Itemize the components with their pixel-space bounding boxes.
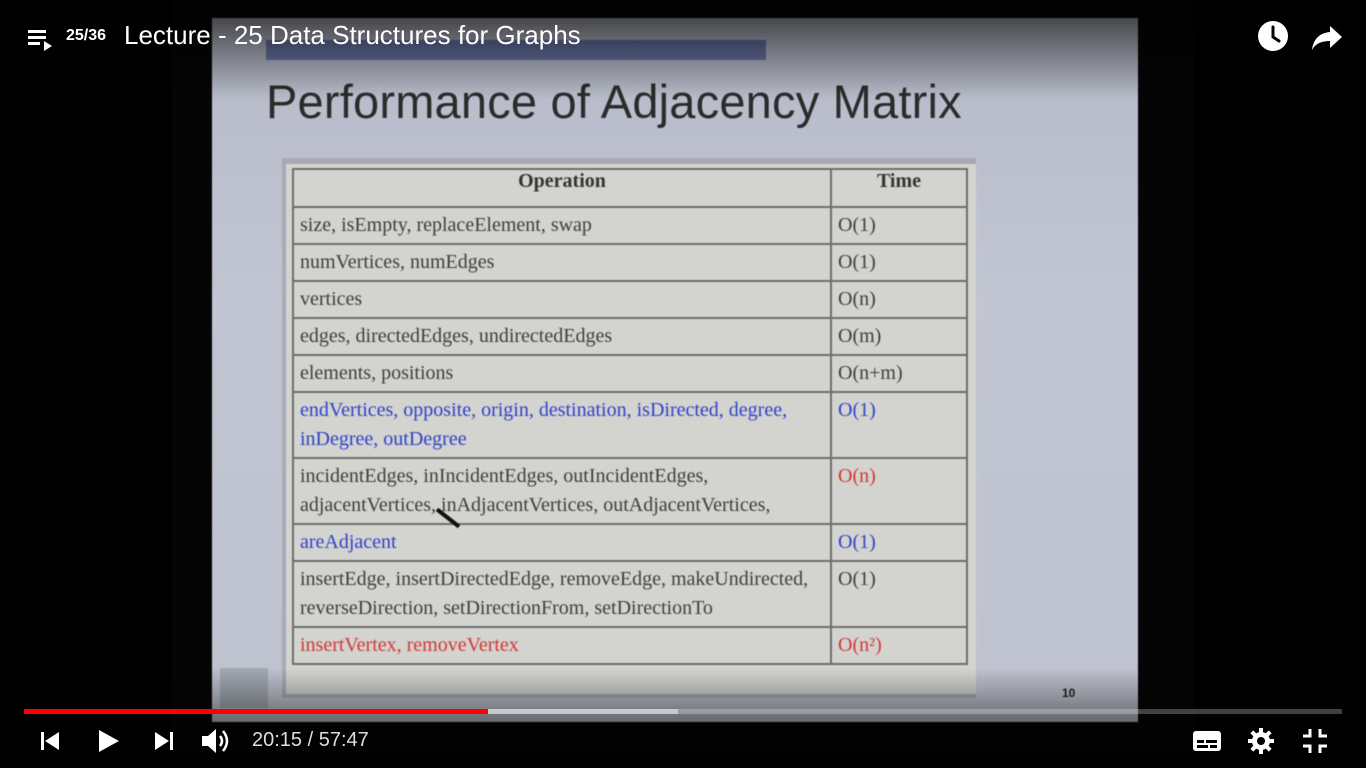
- lecture-slide: Performance of Adjacency Matrix Operatio…: [212, 18, 1138, 722]
- time-separator: /: [302, 729, 319, 751]
- time-cell: O(n): [830, 457, 968, 525]
- operation-cell: areAdjacent: [292, 523, 832, 562]
- play-button[interactable]: [90, 724, 126, 758]
- time-display: 20:15 / 57:47: [252, 729, 369, 752]
- video-frame: Performance of Adjacency Matrix Operatio…: [172, 0, 1194, 768]
- table-row: elements, positions O(n+m): [292, 354, 968, 393]
- operation-cell: elements, positions: [292, 354, 832, 393]
- table-row: endVertices, opposite, origin, destinati…: [292, 391, 968, 459]
- previous-button[interactable]: [32, 724, 68, 758]
- volume-icon: [202, 729, 229, 753]
- progress-played: [24, 709, 488, 714]
- operations-table: Operation Time size, isEmpty, replaceEle…: [292, 168, 968, 665]
- duration: 57:47: [318, 729, 369, 751]
- subtitles-button[interactable]: [1189, 724, 1225, 758]
- table-row: areAdjacent O(1): [292, 523, 968, 562]
- video-player[interactable]: Performance of Adjacency Matrix Operatio…: [0, 0, 1366, 768]
- operation-cell: endVertices, opposite, origin, destinati…: [292, 391, 832, 459]
- current-time: 20:15: [252, 729, 303, 751]
- watch-later-icon[interactable]: [1256, 19, 1290, 53]
- settings-button[interactable]: [1243, 724, 1279, 758]
- table-row: size, isEmpty, replaceElement, swap O(1): [292, 206, 968, 245]
- next-icon: [155, 732, 173, 750]
- volume-button[interactable]: [198, 724, 234, 758]
- video-title[interactable]: Lecture - 25 Data Structures for Graphs: [124, 20, 581, 51]
- operation-cell: size, isEmpty, replaceElement, swap: [292, 206, 832, 245]
- time-cell: O(1): [830, 391, 968, 459]
- table-row: edges, directedEdges, undirectedEdges O(m…: [292, 317, 968, 356]
- table-row: insertVertex, removeVertex O(n²): [292, 626, 968, 665]
- share-icon[interactable]: [1310, 20, 1344, 54]
- subtitles-icon: [1193, 731, 1221, 751]
- table-row: incidentEdges, inIncidentEdges, outIncid…: [292, 457, 968, 525]
- table-row: vertices O(n): [292, 280, 968, 319]
- time-cell: O(n²): [830, 626, 968, 665]
- operation-cell: vertices: [292, 280, 832, 319]
- gear-icon: [1248, 728, 1274, 754]
- playlist-icon[interactable]: [26, 24, 56, 54]
- time-cell: O(1): [830, 523, 968, 562]
- operation-cell: insertEdge, insertDirectedEdge, removeEd…: [292, 560, 832, 628]
- previous-icon: [41, 732, 59, 750]
- operation-cell: edges, directedEdges, undirectedEdges: [292, 317, 832, 356]
- header-time: Time: [830, 168, 968, 208]
- time-cell: O(n): [830, 280, 968, 319]
- operation-cell: insertVertex, removeVertex: [292, 626, 832, 665]
- exit-fullscreen-button[interactable]: [1297, 724, 1333, 758]
- table-row: numVertices, numEdges O(1): [292, 243, 968, 282]
- playlist-position: 25/36: [66, 27, 107, 44]
- table-row: insertEdge, insertDirectedEdge, removeEd…: [292, 560, 968, 628]
- time-cell: O(1): [830, 206, 968, 245]
- time-cell: O(1): [830, 243, 968, 282]
- header-operation: Operation: [292, 168, 832, 208]
- time-cell: O(m): [830, 317, 968, 356]
- next-button[interactable]: [146, 724, 182, 758]
- exit-fullscreen-icon: [1303, 729, 1327, 753]
- table-panel: Operation Time size, isEmpty, replaceEle…: [286, 164, 976, 694]
- progress-bar[interactable]: [24, 709, 1342, 714]
- play-icon: [99, 730, 119, 752]
- time-cell: O(n+m): [830, 354, 968, 393]
- operation-cell: incidentEdges, inIncidentEdges, outIncid…: [292, 457, 832, 525]
- time-cell: O(1): [830, 560, 968, 628]
- table-header-row: Operation Time: [292, 168, 968, 208]
- operation-cell: numVertices, numEdges: [292, 243, 832, 282]
